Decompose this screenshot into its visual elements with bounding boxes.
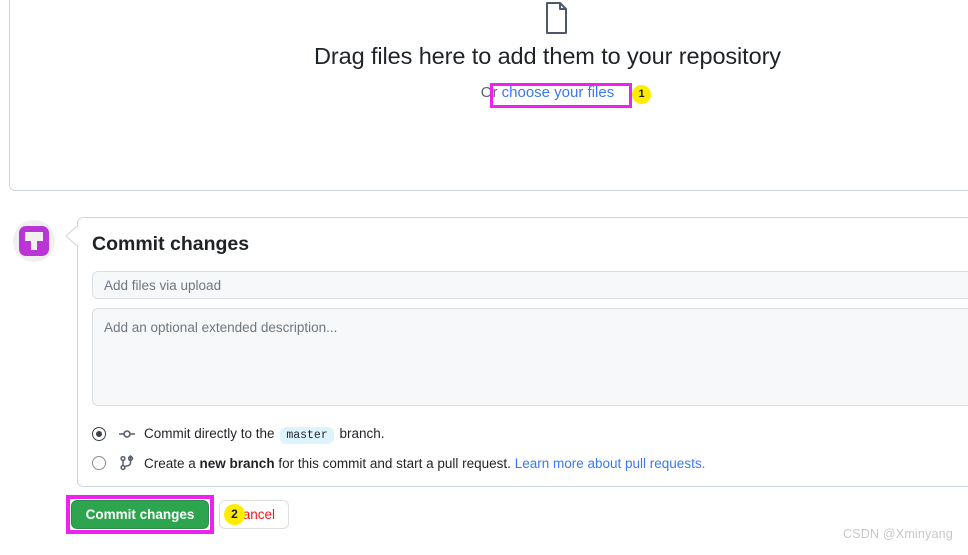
option-create-new-branch[interactable]: Create a new branch for this commit and … — [92, 455, 705, 471]
branch-name-badge: master — [280, 427, 334, 444]
commit-directly-prefix: Commit directly to the — [144, 426, 275, 441]
git-commit-icon — [119, 426, 135, 442]
learn-more-pull-requests-link[interactable]: Learn more about pull requests. — [515, 456, 706, 471]
watermark: CSDN @Xminyang — [843, 527, 953, 541]
file-dropzone[interactable]: Drag files here to add them to your repo… — [9, 0, 968, 191]
option-commit-directly[interactable]: Commit directly to the master branch. — [92, 426, 385, 444]
radio-create-new-branch[interactable] — [92, 456, 106, 470]
choose-your-files-link[interactable]: choose your files — [502, 84, 615, 101]
commit-description-textarea[interactable] — [92, 308, 968, 406]
dropzone-subtitle: Or choose your files — [10, 84, 968, 101]
new-branch-middle: for this commit and start a pull request… — [278, 455, 511, 471]
new-branch-prefix: Create a — [144, 455, 196, 471]
file-document-icon — [538, 0, 574, 36]
dropzone-title: Drag files here to add them to your repo… — [314, 43, 781, 69]
new-branch-emphasis: new branch — [199, 455, 275, 471]
commit-changes-button[interactable]: Commit changes — [71, 500, 209, 529]
option-commit-directly-text: Commit directly to the master branch. — [144, 426, 385, 444]
panel-pointer-arrow — [64, 225, 78, 247]
annotation-badge-2: 2 — [224, 504, 245, 525]
dropzone-or-label: Or — [480, 84, 502, 101]
annotation-badge-1: 1 — [632, 85, 651, 104]
commit-summary-input[interactable] — [92, 271, 968, 299]
radio-commit-directly[interactable] — [92, 427, 106, 441]
commit-panel-heading: Commit changes — [92, 233, 250, 255]
git-branch-icon — [119, 455, 135, 471]
commit-directly-suffix: branch. — [339, 426, 385, 441]
option-new-branch-text: Create a new branch for this commit and … — [144, 456, 705, 471]
avatar — [13, 220, 55, 262]
